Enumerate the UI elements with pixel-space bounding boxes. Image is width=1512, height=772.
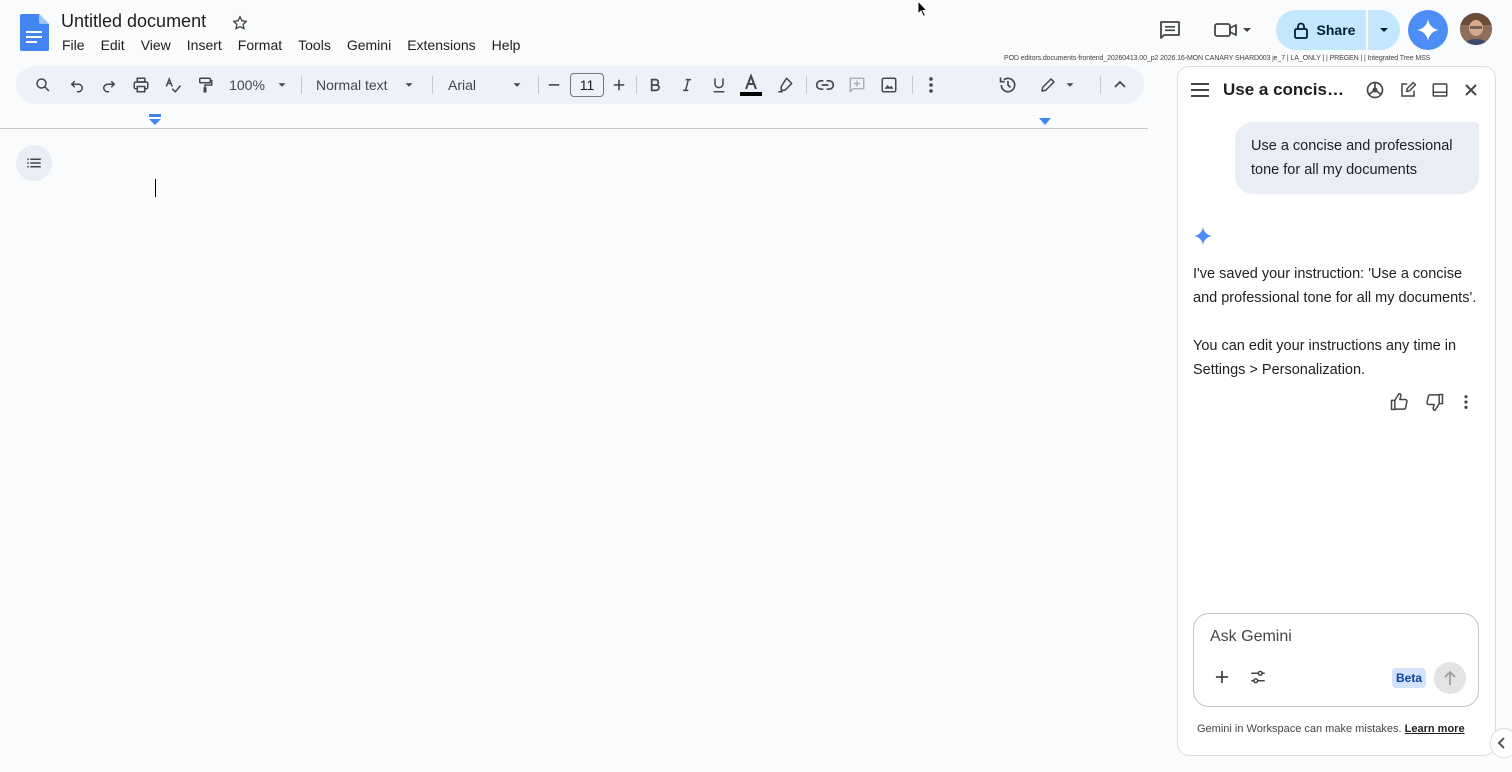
gemini-response-text: I've saved your instruction: 'Use a conc…	[1193, 266, 1477, 306]
disclaimer-text: Gemini in Workspace can make mistakes. L…	[1197, 723, 1465, 735]
menu-file[interactable]: File	[54, 36, 93, 54]
video-camera-icon	[1214, 23, 1237, 37]
print-icon[interactable]	[128, 66, 154, 104]
panel-title: Use a concise and professional tone for …	[1223, 80, 1353, 99]
chevron-left-icon	[1497, 737, 1505, 749]
arrow-up-icon	[1444, 670, 1456, 685]
more-options-icon[interactable]	[1458, 392, 1474, 412]
gemini-response-text: You can edit your instructions any time …	[1193, 338, 1457, 378]
pencil-icon	[1041, 78, 1055, 92]
chevron-down-icon	[1380, 28, 1388, 32]
menu-edit[interactable]: Edit	[93, 36, 133, 54]
share-label: Share	[1316, 22, 1356, 38]
insert-image-icon[interactable]	[876, 66, 902, 104]
document-outline-button[interactable]	[16, 145, 52, 181]
chevron-down-icon	[1243, 28, 1251, 32]
document-title[interactable]: Untitled document	[61, 11, 206, 32]
toolbar-divider	[538, 76, 539, 94]
toolbar-divider	[1100, 76, 1101, 94]
underline-icon[interactable]	[706, 66, 732, 104]
mouse-pointer-icon	[917, 0, 929, 18]
add-icon[interactable]	[1213, 668, 1231, 686]
star-icon[interactable]	[231, 14, 249, 32]
menu-bar: File Edit View Insert Format Tools Gemin…	[54, 36, 528, 54]
share-dropdown-button[interactable]	[1368, 10, 1400, 50]
chevron-down-icon	[513, 83, 521, 87]
close-icon[interactable]	[1461, 80, 1481, 100]
editing-mode-select[interactable]	[1036, 66, 1080, 104]
add-comment-icon[interactable]	[844, 66, 870, 104]
search-menus-icon[interactable]	[30, 66, 56, 104]
chevron-down-icon	[1066, 83, 1074, 87]
paint-format-icon[interactable]	[192, 66, 218, 104]
gemini-spark-icon	[1417, 19, 1439, 41]
collapse-panel-button[interactable]	[1490, 728, 1512, 758]
toolbar-divider	[912, 76, 913, 94]
font-family-value: Arial	[448, 77, 477, 93]
comments-icon[interactable]	[1156, 16, 1184, 44]
toolbar-divider	[432, 76, 433, 94]
hamburger-menu-icon[interactable]	[1190, 80, 1212, 100]
spellcheck-icon[interactable]	[160, 66, 186, 104]
right-indent-marker[interactable]	[1039, 118, 1051, 126]
chevron-down-icon	[405, 83, 413, 87]
paragraph-style-value: Normal text	[316, 77, 388, 93]
decrease-font-size-icon[interactable]	[543, 66, 565, 104]
toolbar-divider	[806, 76, 807, 94]
menu-gemini[interactable]: Gemini	[339, 36, 399, 54]
dock-panel-icon[interactable]	[1430, 80, 1450, 100]
italic-icon[interactable]	[674, 66, 700, 104]
tools-sliders-icon[interactable]	[1248, 667, 1268, 687]
increase-font-size-icon[interactable]	[608, 66, 630, 104]
redo-icon[interactable]	[96, 66, 122, 104]
text-cursor	[155, 179, 156, 197]
share-button[interactable]: Share	[1276, 10, 1366, 50]
gemini-spark-icon	[1193, 226, 1213, 246]
undo-icon[interactable]	[64, 66, 90, 104]
menu-insert[interactable]: Insert	[179, 36, 230, 54]
lock-icon	[1293, 22, 1308, 39]
ruler	[0, 128, 1148, 129]
toolbar-divider	[636, 76, 637, 94]
menu-format[interactable]: Format	[230, 36, 290, 54]
insert-link-icon[interactable]	[812, 66, 838, 104]
thumbs-down-icon[interactable]	[1425, 392, 1445, 412]
more-options-icon[interactable]	[918, 66, 944, 104]
send-button[interactable]	[1434, 662, 1466, 694]
menu-help[interactable]: Help	[484, 36, 529, 54]
hide-menus-icon[interactable]	[1108, 66, 1132, 104]
text-color-icon[interactable]	[738, 66, 764, 104]
gem-icon[interactable]	[1365, 80, 1385, 100]
gemini-button[interactable]	[1408, 10, 1448, 50]
menu-tools[interactable]: Tools	[290, 36, 339, 54]
disclaimer-label: Gemini in Workspace can make mistakes.	[1197, 723, 1402, 735]
thumbs-up-icon[interactable]	[1389, 392, 1409, 412]
font-size-input[interactable]: 11	[570, 73, 604, 97]
learn-more-link[interactable]: Learn more	[1405, 723, 1465, 735]
meet-button[interactable]	[1208, 14, 1260, 46]
ask-gemini-input[interactable]: Ask Gemini	[1210, 628, 1292, 646]
paragraph-style-select[interactable]: Normal text	[308, 66, 424, 104]
zoom-value: 100%	[229, 77, 265, 93]
left-indent-marker[interactable]	[148, 114, 162, 126]
toolbar-divider	[301, 76, 302, 94]
beta-badge: Beta	[1392, 668, 1426, 688]
user-message-bubble: Use a concise and professional tone for …	[1235, 122, 1479, 194]
menu-view[interactable]: View	[133, 36, 179, 54]
docs-logo-icon[interactable]	[16, 12, 52, 52]
toolbar: 100% Normal text Arial 11	[16, 66, 1144, 104]
menu-extensions[interactable]: Extensions	[399, 36, 483, 54]
highlight-color-icon[interactable]	[772, 66, 798, 104]
avatar[interactable]	[1460, 13, 1492, 45]
zoom-select[interactable]: 100%	[224, 66, 294, 104]
new-chat-icon[interactable]	[1398, 80, 1418, 100]
build-info-text: POD editors.documents-frontend_20260413.…	[1004, 55, 1431, 62]
version-history-icon[interactable]	[994, 66, 1022, 104]
chevron-down-icon	[278, 83, 286, 87]
font-family-select[interactable]: Arial	[440, 66, 532, 104]
list-icon	[27, 158, 41, 168]
bold-icon[interactable]	[642, 66, 668, 104]
